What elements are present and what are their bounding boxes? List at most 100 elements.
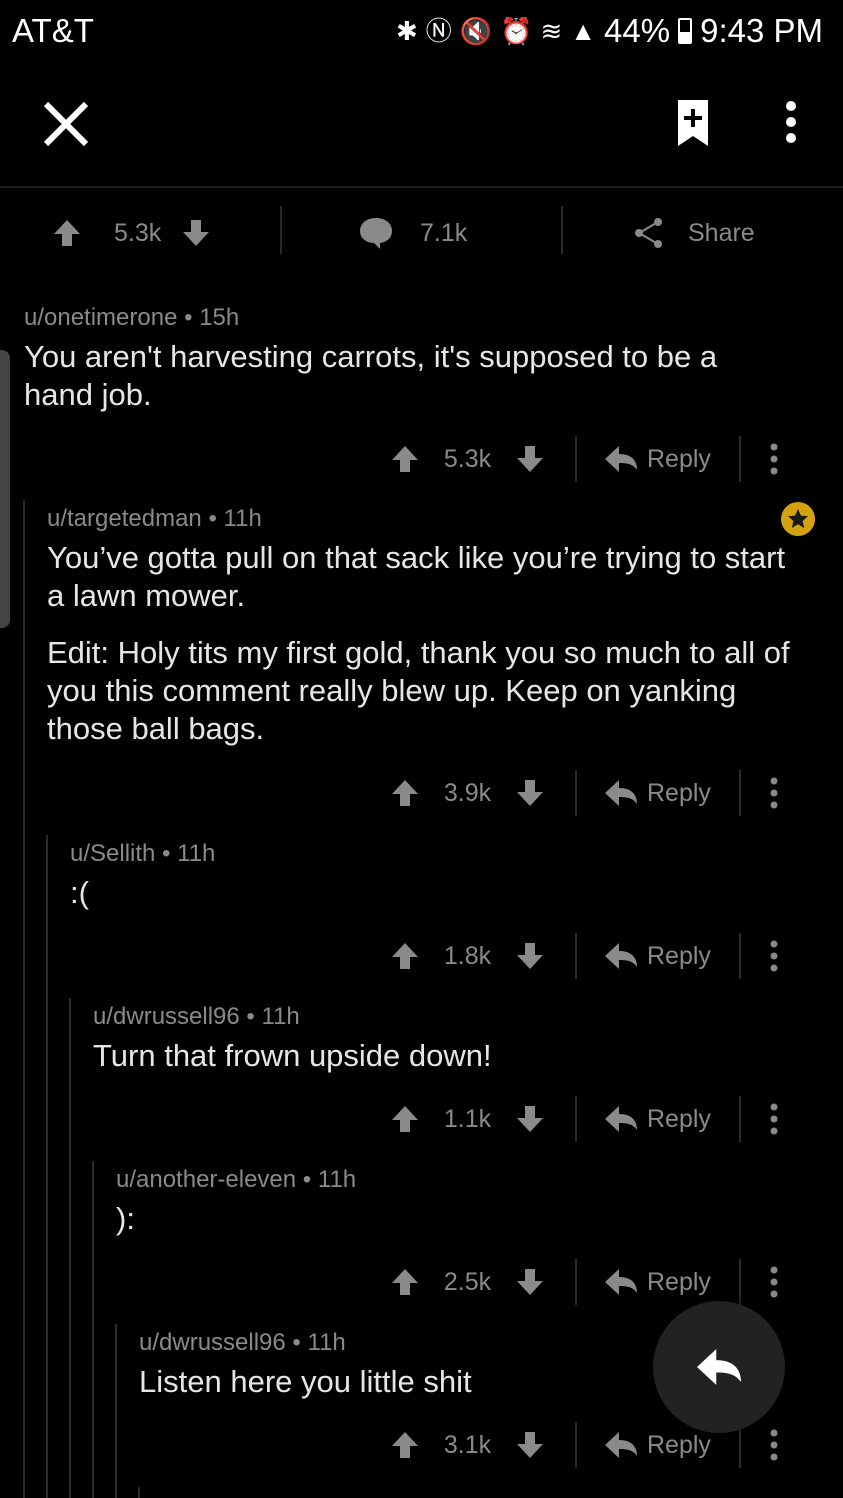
upvote-icon[interactable] bbox=[390, 1267, 420, 1297]
reply-label: Reply bbox=[647, 1267, 711, 1296]
post-vote-group: 5.3k bbox=[52, 208, 211, 258]
downvote-icon[interactable] bbox=[515, 1267, 545, 1297]
bluetooth-icon: ✱ bbox=[395, 15, 418, 46]
divider bbox=[575, 1259, 577, 1305]
comment-body: Turn that frown upside down! bbox=[93, 1038, 492, 1073]
downvote-icon[interactable] bbox=[515, 1104, 545, 1134]
more-vertical-icon[interactable] bbox=[769, 1103, 779, 1135]
comment-meta: u/another-eleven • 11h bbox=[116, 1166, 357, 1193]
divider bbox=[575, 1422, 577, 1468]
comment-age: 11h bbox=[261, 1003, 300, 1030]
more-vertical-icon[interactable] bbox=[769, 1266, 779, 1298]
downvote-icon[interactable] bbox=[515, 941, 545, 971]
thread-line[interactable] bbox=[46, 835, 48, 1498]
comment-body: Listen here you little shit bbox=[139, 1364, 472, 1399]
more-vertical-icon[interactable] bbox=[769, 940, 779, 972]
comment-author[interactable]: u/dwrussell96 bbox=[93, 1003, 240, 1030]
upvote-icon[interactable] bbox=[390, 1104, 420, 1134]
upvote-icon[interactable] bbox=[52, 218, 82, 248]
divider bbox=[575, 770, 577, 816]
signal-icon: ▲ bbox=[570, 15, 597, 46]
upvote-icon[interactable] bbox=[390, 778, 420, 808]
close-icon[interactable] bbox=[40, 98, 92, 150]
thread-line[interactable] bbox=[115, 1324, 117, 1498]
wifi-icon: ≋ bbox=[540, 15, 563, 46]
reply-label: Reply bbox=[647, 778, 711, 807]
downvote-icon[interactable] bbox=[515, 1430, 545, 1460]
more-vertical-icon[interactable] bbox=[769, 443, 779, 475]
comment-actions: 5.3k Reply bbox=[390, 434, 830, 484]
thread-line[interactable] bbox=[69, 998, 71, 1498]
divider bbox=[575, 436, 577, 482]
comment-icon bbox=[360, 218, 392, 249]
reply-button[interactable]: Reply bbox=[605, 1268, 711, 1297]
divider bbox=[575, 933, 577, 979]
upvote-icon[interactable] bbox=[390, 941, 420, 971]
reply-button[interactable]: Reply bbox=[605, 445, 711, 474]
thread-line[interactable] bbox=[138, 1487, 140, 1498]
reply-label: Reply bbox=[647, 1430, 711, 1459]
comment-author[interactable]: u/dwrussell96 bbox=[139, 1329, 286, 1356]
comment-age: 11h bbox=[317, 1166, 357, 1193]
comment-score: 5.3k bbox=[443, 444, 492, 473]
reply-icon bbox=[605, 1432, 637, 1458]
comment-author[interactable]: u/Sellith bbox=[70, 840, 155, 867]
alarm-icon: ⏰ bbox=[500, 15, 533, 46]
comment-actions: 2.5k Reply bbox=[390, 1257, 830, 1307]
thread-line[interactable] bbox=[23, 500, 25, 1498]
comment-age: 15h bbox=[199, 304, 240, 331]
post-score: 5.3k bbox=[114, 218, 162, 247]
comment-body: :( bbox=[70, 875, 89, 910]
reply-button[interactable]: Reply bbox=[605, 942, 711, 971]
thread-line[interactable] bbox=[92, 1161, 94, 1498]
comment-edit: Edit: Holy tits my first gold, thank you… bbox=[47, 635, 790, 746]
more-vertical-icon[interactable] bbox=[769, 1429, 779, 1461]
comment-body: ): bbox=[116, 1201, 135, 1236]
downvote-icon[interactable] bbox=[181, 218, 211, 248]
downvote-icon[interactable] bbox=[515, 444, 545, 474]
comment-age: 11h bbox=[307, 1329, 346, 1356]
carrier-label: AT&T bbox=[12, 12, 94, 49]
comment-author[interactable]: u/targetedman bbox=[47, 505, 202, 532]
comment-score: 1.8k bbox=[443, 941, 492, 970]
reply-button[interactable]: Reply bbox=[605, 1105, 711, 1134]
reply-icon bbox=[605, 1106, 637, 1132]
divider bbox=[738, 770, 741, 816]
more-vertical-icon[interactable] bbox=[769, 777, 779, 809]
gold-award-icon[interactable] bbox=[781, 502, 815, 536]
share-button[interactable]: Share bbox=[634, 208, 755, 258]
downvote-icon[interactable] bbox=[515, 778, 545, 808]
reply-icon bbox=[605, 1269, 637, 1295]
reply-icon bbox=[697, 1349, 741, 1385]
comment-score: 1.1k bbox=[443, 1104, 492, 1133]
reply-button[interactable]: Reply bbox=[605, 779, 711, 808]
upvote-icon[interactable] bbox=[390, 1430, 420, 1460]
more-vertical-icon[interactable] bbox=[780, 100, 802, 144]
upvote-icon[interactable] bbox=[390, 444, 420, 474]
battery-icon bbox=[678, 18, 693, 44]
reply-icon bbox=[605, 446, 637, 472]
divider bbox=[738, 1259, 741, 1305]
status-icons: ✱ Ⓝ 🔇 ⏰ ≋ ▲ 44% 9:43 PM bbox=[396, 12, 823, 50]
bookmark-add-icon[interactable] bbox=[678, 100, 708, 146]
share-label: Share bbox=[688, 218, 755, 247]
reply-icon bbox=[605, 943, 637, 969]
comment-actions: 3.1k Reply bbox=[390, 1420, 830, 1470]
scroll-indicator[interactable] bbox=[0, 350, 10, 628]
comment-body: You aren't harvesting carrots, it's supp… bbox=[24, 339, 718, 412]
battery-percent: 44% bbox=[604, 12, 671, 49]
share-icon bbox=[635, 218, 662, 248]
reply-fab[interactable] bbox=[653, 1301, 785, 1433]
reply-button[interactable]: Reply bbox=[605, 1431, 711, 1460]
clock: 9:43 PM bbox=[700, 12, 823, 49]
comment-author[interactable]: u/another-eleven bbox=[116, 1166, 296, 1193]
reply-label: Reply bbox=[647, 444, 711, 473]
status-bar: AT&T ✱ Ⓝ 🔇 ⏰ ≋ ▲ 44% 9:43 PM bbox=[0, 0, 843, 60]
post-action-bar: 5.3k 7.1k Share bbox=[0, 188, 843, 278]
comments-count-button[interactable]: 7.1k bbox=[358, 208, 467, 258]
comment-author[interactable]: u/onetimerone bbox=[24, 304, 177, 331]
mute-icon: 🔇 bbox=[459, 15, 493, 46]
comment-score: 2.5k bbox=[443, 1267, 492, 1296]
divider bbox=[738, 933, 741, 979]
comment-meta: u/dwrussell96 • 11h bbox=[93, 1003, 300, 1030]
